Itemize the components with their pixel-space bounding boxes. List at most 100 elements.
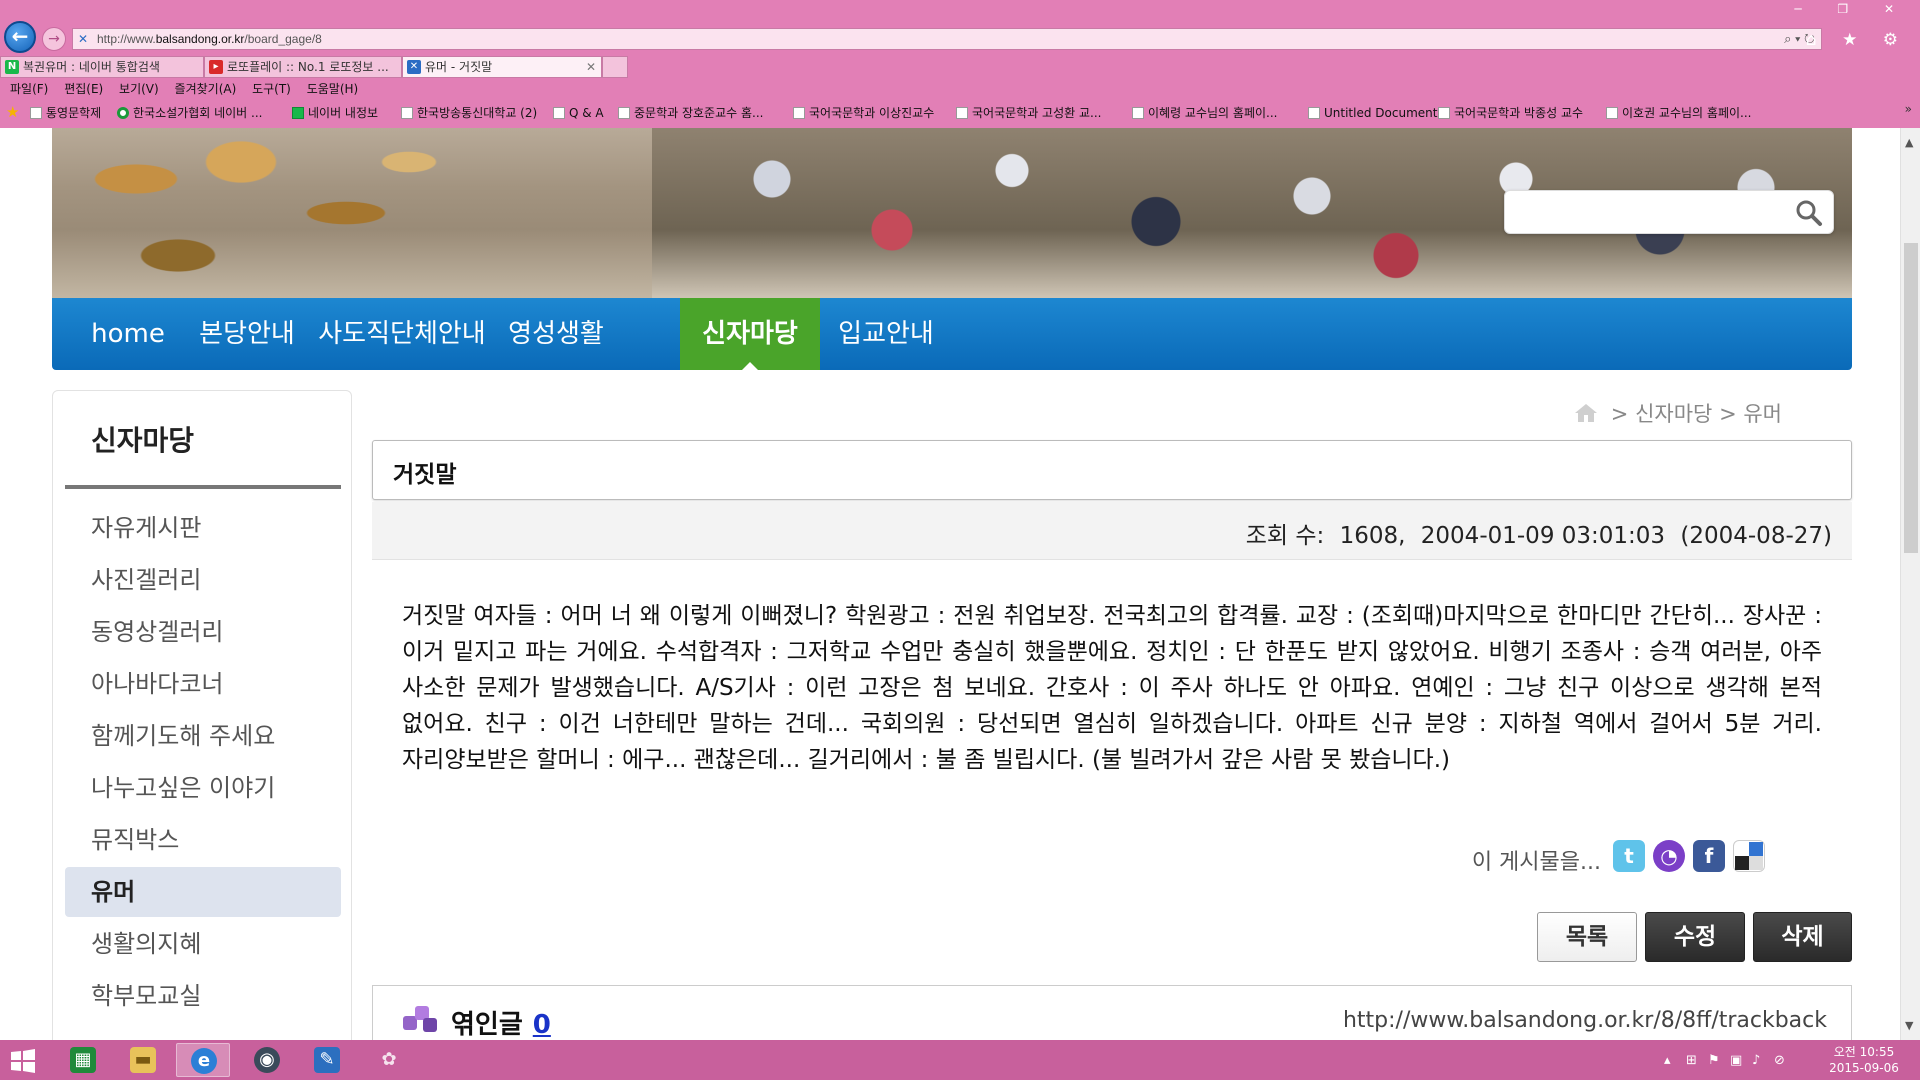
favorites-star-icon[interactable]: ★ — [6, 103, 19, 121]
me2day-icon[interactable]: ◔ — [1653, 840, 1685, 872]
menu-favorites[interactable]: 즐겨찾기(A) — [175, 82, 237, 96]
nav-parish-info[interactable]: 본당안내 — [188, 298, 306, 370]
favorite-item[interactable]: Untitled Document — [1308, 105, 1437, 121]
nav-community-active[interactable]: 신자마당 — [680, 298, 820, 370]
nav-join-church[interactable]: 입교안내 — [828, 298, 944, 370]
favorite-item[interactable]: 중문학과 장호준교수 홈... — [618, 105, 763, 121]
favorites-bar: ★ 통영문학제 한국소설가협회 네이버 ... 네이버 내정보 한국방송통신대학… — [0, 102, 1920, 124]
favorite-item[interactable]: Q & A — [553, 105, 604, 121]
list-button[interactable]: 목록 — [1537, 912, 1637, 962]
post-title: 거짓말 — [393, 462, 457, 488]
sidebar-item-free-board[interactable]: 자유게시판 — [65, 503, 341, 553]
address-url-prefix: http://www. — [97, 32, 156, 46]
volume-icon[interactable]: ♪ — [1752, 1053, 1760, 1068]
menu-edit[interactable]: 편집(E) — [64, 82, 103, 96]
favorite-label: Q & A — [569, 106, 604, 120]
favorite-item[interactable]: 국어국문학과 이상진교수 — [793, 105, 934, 121]
delete-button[interactable]: 삭제 — [1753, 912, 1852, 962]
twitter-icon[interactable]: t — [1613, 840, 1645, 872]
tab-naver[interactable]: N 복권유머 : 네이버 통합검색 — [0, 56, 204, 78]
breadcrumb-current: 유머 — [1743, 402, 1782, 426]
window-controls[interactable]: ─ ❐ ✕ — [1794, 2, 1910, 16]
windows-start-icon[interactable] — [10, 1048, 36, 1074]
ime-icon[interactable]: ⊘ — [1774, 1053, 1785, 1068]
tray-windows-icon[interactable]: ⊞ — [1686, 1053, 1697, 1068]
favorite-item[interactable]: 한국소설가협회 네이버 ... — [117, 105, 262, 121]
home-favorites-settings-icons[interactable]: ⌂ ★ ⚙ — [1806, 30, 1908, 50]
vertical-scrollbar[interactable]: ▲ ▼ — [1900, 128, 1920, 1040]
favorite-item[interactable]: 국어국문학과 박종성 교수 — [1438, 105, 1583, 121]
scroll-up-icon[interactable]: ▲ — [1905, 136, 1913, 149]
post-title-box: 거짓말 — [372, 440, 1852, 500]
breadcrumb: > 신자마당 > 유머 — [1574, 398, 1782, 428]
tab-label: 복권유머 : 네이버 통합검색 — [23, 60, 160, 74]
address-bar[interactable]: ✕ http://www.balsandong.or.kr/board_gage… — [72, 28, 1822, 50]
site-search — [1504, 190, 1834, 234]
post-meta: 조회 수: 1608, 2004-01-09 03:01:03 (2004-08… — [1238, 516, 1832, 550]
trackback-box: 엮인글 0 http://www.balsandong.or.kr/8/8ff/t… — [372, 985, 1852, 1040]
taskbar-webcam[interactable]: ◉ — [240, 1043, 294, 1077]
page-icon — [1308, 107, 1320, 119]
taskbar-paint[interactable]: ✿ — [362, 1043, 416, 1077]
sidebar-item-video-gallery[interactable]: 동영상겔러리 — [65, 607, 341, 657]
scrollbar-thumb[interactable] — [1904, 243, 1918, 553]
facebook-icon[interactable]: f — [1693, 840, 1725, 872]
favorite-item[interactable]: 이호권 교수님의 홈페이... — [1606, 105, 1751, 121]
tab-close-icon[interactable]: ✕ — [586, 57, 596, 77]
favorite-item[interactable]: 국어국문학과 고성환 교... — [956, 105, 1101, 121]
menu-file[interactable]: 파일(F) — [10, 82, 48, 96]
sidebar-item-photo-gallery[interactable]: 사진겔러리 — [65, 555, 341, 605]
paint-palette-icon: ✿ — [381, 1049, 397, 1070]
address-url-domain: balsandong.or.kr — [155, 32, 245, 46]
delicious-icon[interactable] — [1733, 840, 1765, 872]
sidebar-item-parents[interactable]: 학부모교실 — [65, 971, 341, 1021]
favorite-item[interactable]: 네이버 내정보 — [292, 105, 378, 121]
menu-tools[interactable]: 도구(T) — [252, 82, 291, 96]
favorite-item[interactable]: 통영문학제 — [30, 105, 101, 121]
taskbar-internet-explorer[interactable]: e — [176, 1043, 230, 1077]
trackback-icon — [403, 1006, 437, 1032]
sidebar-item-life-tips[interactable]: 생활의지혜 — [65, 919, 341, 969]
favorites-more-button[interactable]: » — [1905, 102, 1912, 116]
menu-view[interactable]: 보기(V) — [119, 82, 159, 96]
tab-lottoplay[interactable]: ▸ 로또플레이 :: No.1 로또정보 ... — [204, 56, 402, 78]
system-clock[interactable]: 오전 10:55 2015-09-06 — [1824, 1044, 1904, 1076]
page-icon — [553, 107, 565, 119]
flag-icon[interactable]: ⚑ — [1708, 1053, 1720, 1068]
taskbar-explorer[interactable]: ▬ — [116, 1043, 170, 1077]
sidebar-item-anabada[interactable]: 아나바다코너 — [65, 659, 341, 709]
sidebar-item-stories[interactable]: 나누고싶은 이야기 — [65, 763, 341, 813]
tray-expand-icon[interactable]: ▴ — [1664, 1053, 1671, 1068]
back-button[interactable]: ← — [4, 21, 36, 53]
taskbar-calculator[interactable]: ▦ — [56, 1043, 110, 1077]
trackback-count[interactable]: 0 — [533, 1010, 551, 1040]
home-icon[interactable] — [1574, 403, 1598, 423]
nav-apostolate-groups[interactable]: 사도직단체안내 — [314, 298, 490, 370]
favorite-item[interactable]: 한국방송통신대학교 (2) — [401, 105, 537, 121]
edit-button[interactable]: 수정 — [1645, 912, 1745, 962]
favorite-label: 국어국문학과 이상진교수 — [809, 106, 935, 120]
search-icon[interactable] — [1795, 199, 1823, 227]
naver-icon — [292, 107, 304, 119]
post-date: 2004-01-09 03:01:03 — [1420, 523, 1666, 549]
naver-icon: N — [5, 60, 19, 74]
network-icon[interactable]: ▣ — [1730, 1053, 1742, 1068]
menu-help[interactable]: 도움말(H) — [307, 82, 359, 96]
sidebar-item-music-box[interactable]: 뮤직박스 — [65, 815, 341, 865]
nav-home[interactable]: home — [74, 298, 182, 370]
page-icon — [1132, 107, 1144, 119]
site-search-input[interactable] — [1515, 197, 1775, 227]
breadcrumb-separator: > — [1610, 402, 1629, 426]
favorite-item[interactable]: 이혜령 교수님의 홈페이... — [1132, 105, 1277, 121]
sidebar-item-humor-active[interactable]: 유머 — [65, 867, 341, 917]
forward-button[interactable]: → — [42, 27, 66, 51]
trackback-label: 엮인글 0 — [451, 1004, 551, 1040]
taskbar-hwp[interactable]: ✎ — [300, 1043, 354, 1077]
breadcrumb-section[interactable]: 신자마당 — [1635, 402, 1712, 426]
tab-humor-active[interactable]: ✕ 유머 - 거짓말 ✕ — [402, 56, 602, 78]
new-tab-button[interactable] — [602, 56, 628, 78]
scroll-down-icon[interactable]: ▼ — [1905, 1019, 1913, 1032]
trackback-url[interactable]: http://www.balsandong.or.kr/8/8ff/trackb… — [1343, 1008, 1827, 1033]
nav-spiritual-life[interactable]: 영성생활 — [498, 298, 614, 370]
sidebar-item-prayer[interactable]: 함께기도해 주세요 — [65, 711, 341, 761]
